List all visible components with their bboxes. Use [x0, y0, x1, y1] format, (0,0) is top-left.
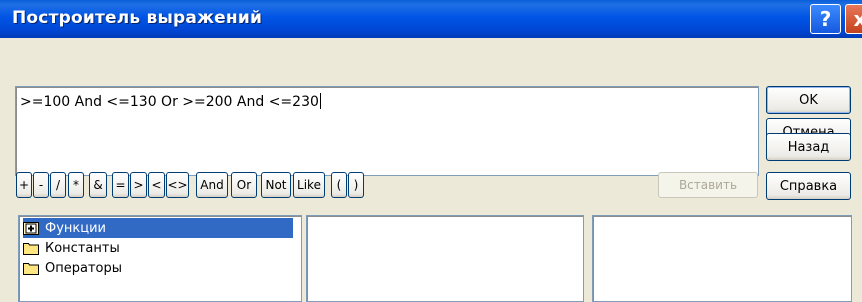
category-list[interactable]: Функции Константы Операторы	[18, 215, 302, 302]
folder-icon	[23, 241, 40, 255]
list-item-operators[interactable]: Операторы	[23, 258, 293, 278]
operator-or-button[interactable]: Or	[231, 172, 257, 198]
paste-button[interactable]: Вставить	[658, 172, 758, 198]
window-title: Построитель выражений	[12, 8, 263, 28]
operator-close-paren-button[interactable]: )	[348, 172, 364, 198]
list-item-label: Функции	[45, 220, 106, 236]
operator-divide-button[interactable]: /	[50, 172, 66, 198]
operator-greater-button[interactable]: >	[130, 172, 147, 198]
title-bar: Построитель выражений ? x	[0, 0, 862, 38]
close-icon[interactable]: x	[845, 4, 862, 34]
list-item-label: Операторы	[45, 260, 122, 276]
operator-concat-button[interactable]: &	[89, 172, 107, 198]
operator-open-paren-button[interactable]: (	[331, 172, 347, 198]
operator-not-equal-button[interactable]: <>	[166, 172, 189, 198]
operator-like-button[interactable]: Like	[293, 172, 325, 198]
list-item-functions[interactable]: Функции	[23, 218, 293, 238]
expression-editor[interactable]: >=100 And <=130 Or >=200 And <=230	[15, 86, 759, 176]
folder-icon	[23, 261, 40, 275]
folder-plus-icon	[23, 221, 40, 235]
element-list[interactable]	[592, 215, 852, 302]
operator-and-button[interactable]: And	[196, 172, 228, 198]
operator-equals-button[interactable]: =	[112, 172, 129, 198]
back-button[interactable]: Назад	[766, 133, 851, 161]
operator-plus-button[interactable]: +	[16, 172, 32, 198]
ok-button[interactable]: OK	[766, 86, 851, 114]
subcategory-list[interactable]	[306, 215, 584, 302]
operator-minus-button[interactable]: -	[33, 172, 49, 198]
list-item-constants[interactable]: Константы	[23, 238, 293, 258]
operator-multiply-button[interactable]: *	[68, 172, 84, 198]
help-icon[interactable]: ?	[810, 4, 841, 34]
text-caret	[319, 93, 321, 109]
list-item-label: Константы	[45, 240, 120, 256]
help-button[interactable]: Справка	[766, 172, 851, 200]
operator-not-button[interactable]: Not	[261, 172, 291, 198]
operator-less-button[interactable]: <	[148, 172, 165, 198]
expression-text: >=100 And <=130 Or >=200 And <=230	[20, 93, 321, 110]
